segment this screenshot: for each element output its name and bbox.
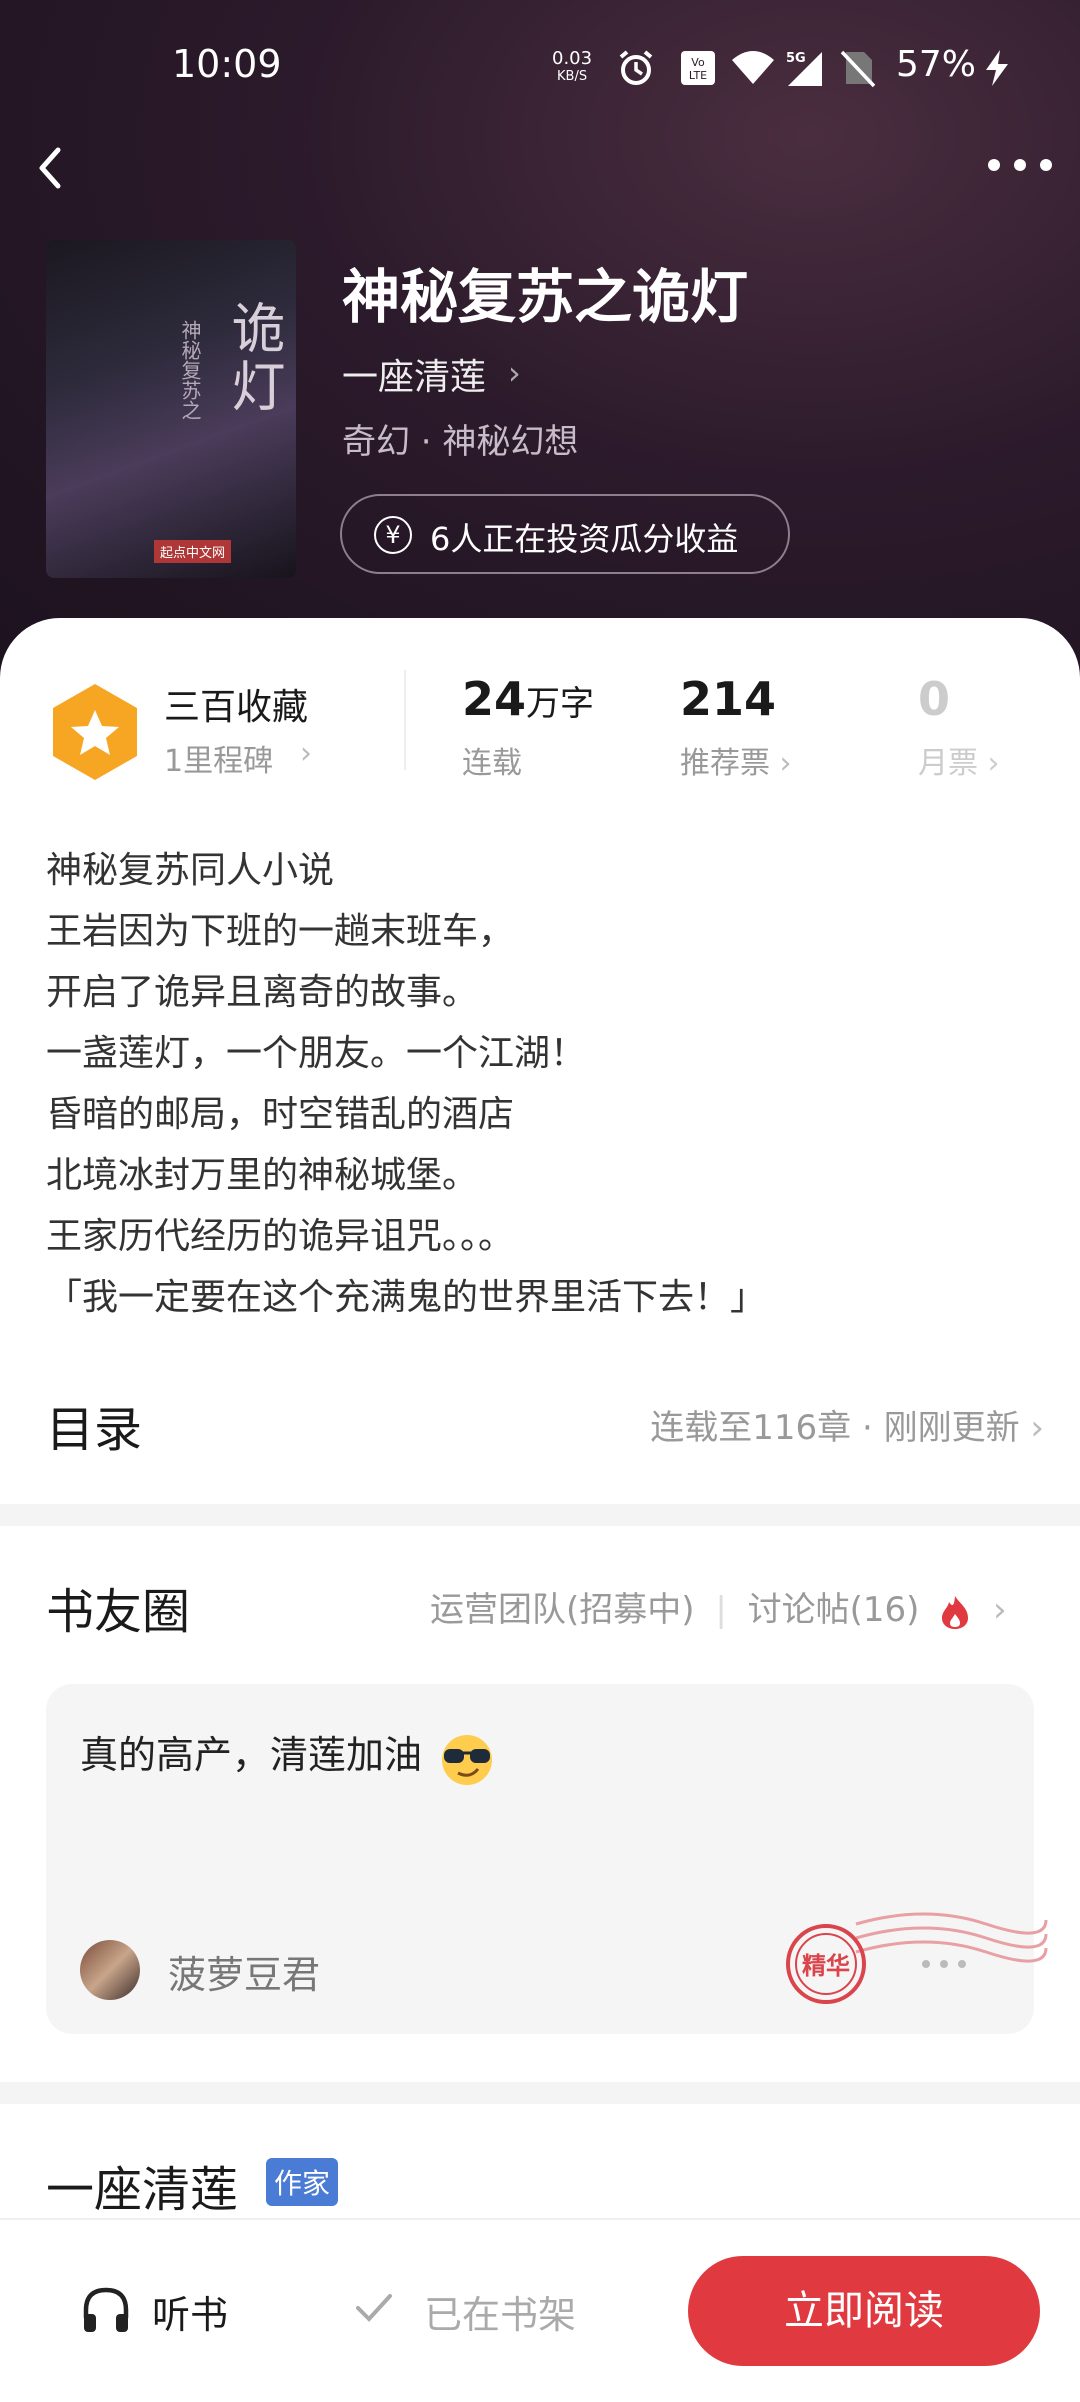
toc-link[interactable]: 连载至116章 · 刚刚更新 › (650, 1400, 1044, 1449)
team-link[interactable]: 运营团队(招募中) (430, 1590, 695, 1630)
level-sub[interactable]: 1里程碑 (164, 736, 273, 780)
chevron-right-icon: › (993, 1590, 1007, 1630)
word-count-unit: 万字 (526, 684, 595, 724)
read-now-button[interactable]: 立即阅读 (688, 2256, 1040, 2366)
back-arrow-icon[interactable] (30, 140, 90, 200)
word-count-label: 连载 (462, 746, 522, 781)
description-line: 一盏莲灯，一个朋友。一个江湖！ (46, 1033, 587, 1074)
svg-text:LTE: LTE (689, 69, 707, 82)
featured-stamp-icon: 精华 (786, 1912, 1048, 2004)
recommend-label[interactable]: 推荐票 › (680, 738, 792, 782)
net-speed-value: 0.03 (552, 48, 593, 69)
volte-icon: Vo LTE (681, 51, 715, 85)
description-line: 「我一定要在这个充满鬼的世界里活下去！」 (46, 1277, 767, 1318)
section-separator (0, 1504, 1080, 1526)
author-link[interactable]: 一座清莲 (342, 348, 486, 400)
book-title: 神秘复苏之诡灯 (342, 263, 749, 331)
description-line: 神秘复苏同人小说 (46, 850, 335, 891)
post-text: 真的高产，清莲加油 (80, 1724, 496, 1787)
monthly-votes[interactable]: 0 (918, 672, 950, 726)
chevron-right-icon: › (1030, 1408, 1044, 1448)
invest-button[interactable]: ¥ 6人正在投资瓜分收益 (340, 494, 790, 574)
chevron-right-icon: › (508, 354, 521, 392)
book-genre[interactable]: 奇幻 · 神秘幻想 (342, 414, 578, 463)
check-icon (356, 2294, 392, 2322)
cool-emoji-icon (442, 1734, 493, 1785)
discussion-link[interactable]: 讨论帖(16) (748, 1590, 920, 1630)
monthly-label-text: 月票 (918, 746, 978, 781)
avatar[interactable] (80, 1940, 140, 2000)
stamp-label: 精华 (802, 1952, 850, 1980)
author-section-name[interactable]: 一座清莲 (46, 2150, 238, 2220)
circle-title[interactable]: 书友圈 (46, 1572, 190, 1642)
bottom-bar: 听书 已在书架 立即阅读 (0, 2218, 1080, 2402)
toc-meta: 连载至116章 · 刚刚更新 (650, 1408, 1020, 1448)
post-content: 真的高产，清莲加油 (80, 1733, 423, 1777)
divider: | (715, 1590, 727, 1630)
recommend-votes[interactable]: 214 (680, 672, 776, 726)
chevron-right-icon: › (987, 746, 1000, 781)
charging-icon (986, 50, 1008, 86)
description-line: 开启了诡异且离奇的故事。 (46, 972, 479, 1013)
more-dots-icon[interactable] (980, 140, 1060, 190)
yen-icon: ¥ (374, 516, 412, 554)
svg-text:5G: 5G (786, 51, 806, 66)
description-line: 王岩因为下班的一趟末班车， (46, 911, 515, 952)
author-tag: 作家 (266, 2158, 339, 2206)
book-cover[interactable]: 诡灯 神秘复苏之 起点中文网 (46, 240, 296, 578)
description-line: 北境冰封万里的神秘城堡。 (46, 1155, 479, 1196)
recommend-label-text: 推荐票 (680, 746, 770, 781)
cover-title: 诡灯 (222, 300, 285, 416)
net-speed: 0.03 KB/S (552, 50, 592, 86)
chevron-right-icon: › (300, 736, 312, 771)
level-title[interactable]: 三百收藏 (164, 678, 308, 730)
featured-post[interactable]: 真的高产，清莲加油 菠萝豆君 精华 (46, 1684, 1048, 2034)
flame-icon (942, 1595, 969, 1629)
divider (404, 670, 406, 770)
headphones-icon (83, 2287, 129, 2332)
listen-label: 听书 (152, 2293, 229, 2337)
book-description[interactable]: 神秘复苏同人小说 王岩因为下班的一趟末班车， 开启了诡异且离奇的故事。 一盏莲灯… (46, 840, 1046, 1328)
description-line: 王家历代经历的诡异诅咒。。。 (46, 1216, 515, 1257)
chevron-right-icon: › (779, 746, 792, 781)
cover-subtitle: 神秘复苏之 (178, 320, 202, 420)
section-separator (0, 2082, 1080, 2104)
alarm-icon (619, 50, 653, 85)
word-count-value: 24 (462, 672, 527, 726)
battery-percent: 57% (896, 44, 977, 85)
status-time: 10:09 (172, 42, 282, 86)
svg-text:Vo: Vo (691, 56, 705, 69)
wifi-icon (732, 51, 774, 84)
toc-title[interactable]: 目录 (46, 1390, 142, 1460)
status-bar: 10:09 0.03 KB/S Vo LTE 5G 57% (0, 0, 1080, 140)
invest-label: 6人正在投资瓜分收益 (430, 520, 739, 558)
description-line: 昏暗的邮局，时空错乱的酒店 (46, 1094, 515, 1135)
monthly-label[interactable]: 月票 › (918, 738, 1000, 782)
star-badge-icon (53, 684, 137, 780)
post-username[interactable]: 菠萝豆君 (168, 1944, 320, 1999)
net-speed-unit: KB/S (557, 69, 588, 84)
cover-brand: 起点中文网 (154, 540, 232, 563)
shelf-label: 已在书架 (424, 2293, 577, 2337)
5g-signal-icon: 5G (786, 51, 822, 86)
word-count: 24万字 (462, 672, 594, 726)
on-shelf-button[interactable]: 已在书架 (352, 2284, 576, 2339)
circle-meta[interactable]: 运营团队(招募中) | 讨论帖(16) › (430, 1582, 1007, 1631)
no-sim-icon (840, 50, 876, 88)
